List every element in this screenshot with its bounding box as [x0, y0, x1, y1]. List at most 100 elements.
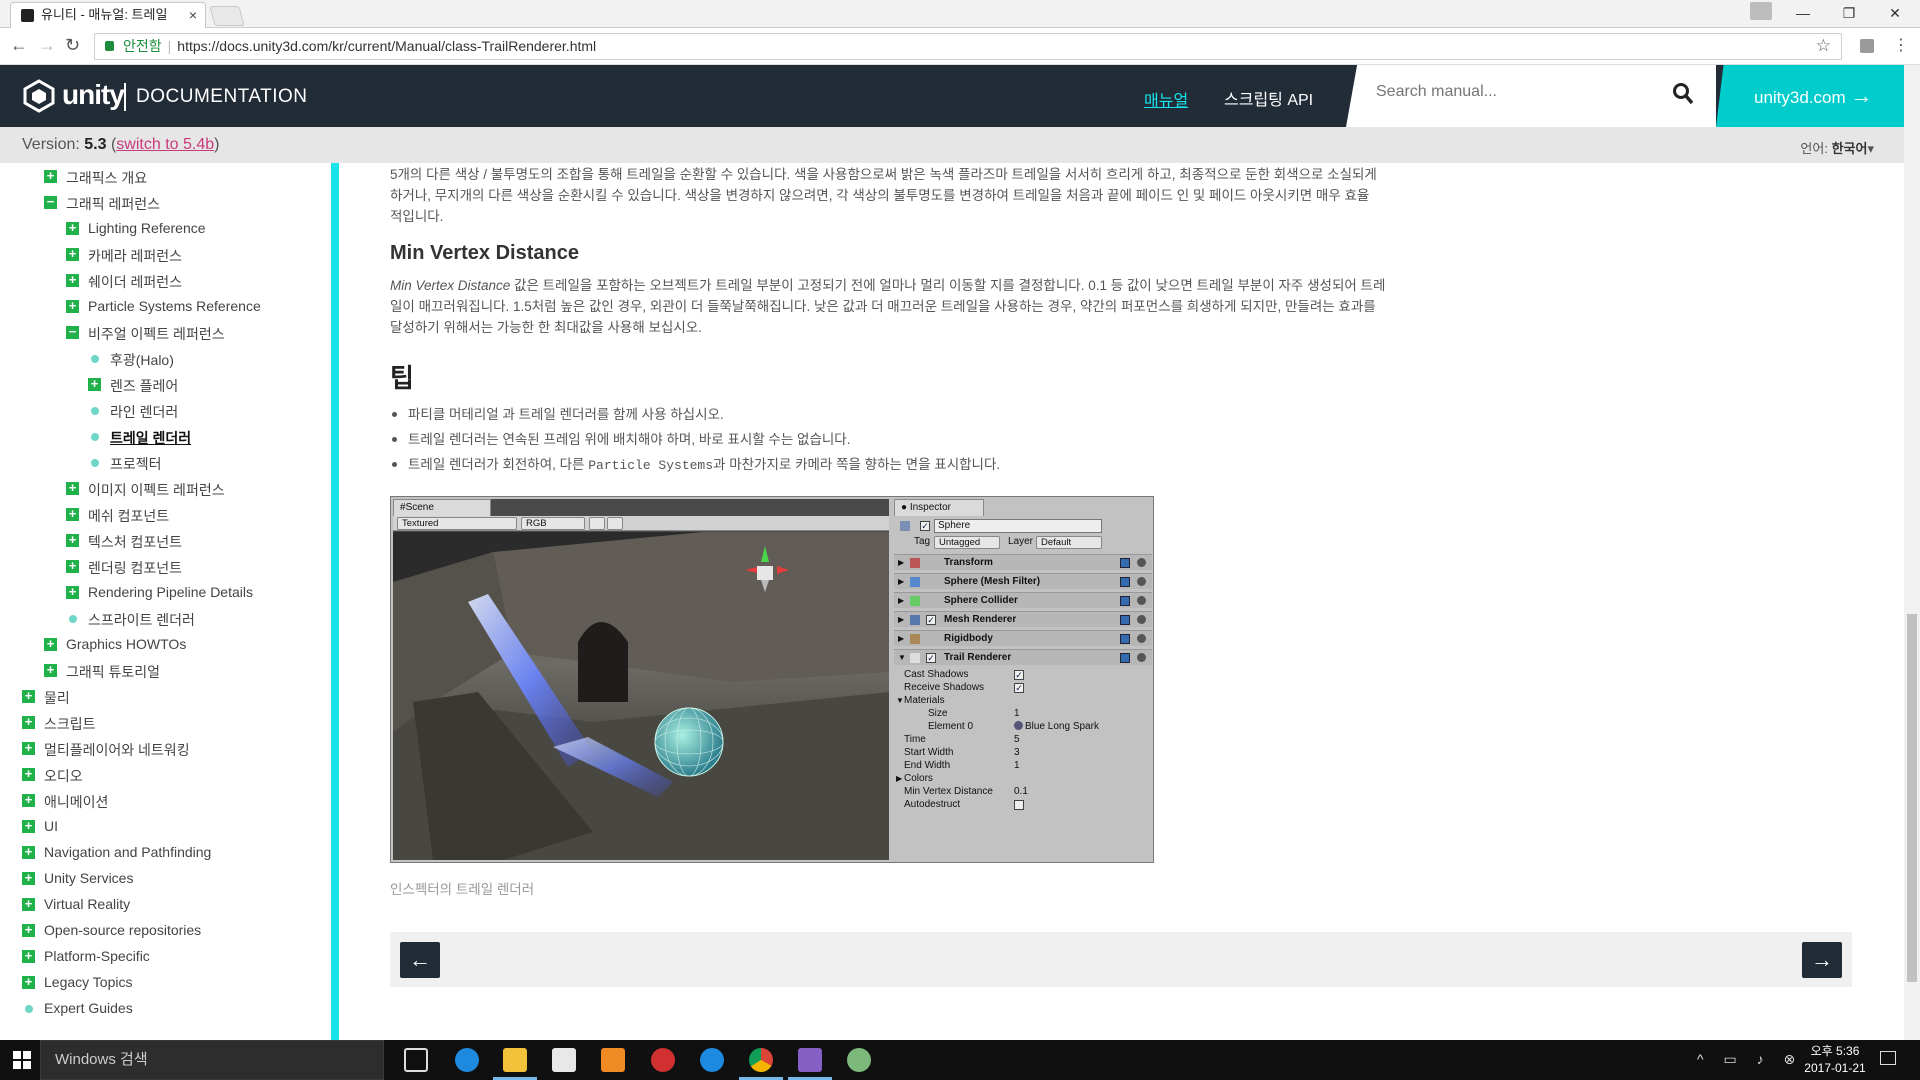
sidebar-item[interactable]: + 카메라 레퍼런스	[66, 246, 182, 266]
brand-name[interactable]: unity	[62, 79, 125, 111]
sidebar-item[interactable]: − 그래픽 레퍼런스	[44, 194, 160, 214]
search-icon[interactable]	[1672, 82, 1694, 106]
documentation-label[interactable]: DOCUMENTATION	[136, 86, 308, 108]
forward-button[interactable]: →	[38, 35, 56, 56]
expand-icon[interactable]: +	[22, 871, 35, 885]
chrome-icon[interactable]	[749, 1048, 773, 1072]
bullet-dot-icon[interactable]	[91, 433, 99, 441]
media-player-icon[interactable]	[601, 1048, 625, 1072]
sidebar-item[interactable]: + Platform-Specific	[22, 948, 150, 964]
search-input[interactable]	[1376, 83, 1666, 101]
sidebar-item[interactable]: + 멀티플레이어와 네트워킹	[22, 740, 190, 760]
expand-icon[interactable]: +	[66, 299, 79, 313]
sidebar-item[interactable]: Expert Guides	[22, 1000, 133, 1016]
expand-icon[interactable]: +	[44, 663, 57, 677]
expand-icon[interactable]: +	[44, 637, 57, 651]
expand-icon[interactable]: +	[22, 923, 35, 937]
sidebar-item[interactable]: + 렌즈 플레어	[88, 376, 178, 396]
sidebar-item[interactable]: + 오디오	[22, 766, 83, 786]
expand-icon[interactable]: +	[22, 689, 35, 703]
back-button[interactable]: ←	[10, 35, 28, 56]
prev-page-button[interactable]: ←	[400, 942, 440, 978]
reload-button[interactable]: ↻	[65, 35, 80, 56]
tab-close-icon[interactable]: ×	[189, 3, 197, 27]
sidebar-scrollbar[interactable]	[331, 163, 339, 1040]
sidebar-item[interactable]: 프로젝터	[88, 454, 162, 474]
url-field[interactable]: 안전함 | https://docs.unity3d.com/kr/current/…	[94, 33, 1842, 60]
next-page-button[interactable]: →	[1802, 942, 1842, 978]
expand-icon[interactable]: +	[22, 975, 35, 989]
bullet-dot-icon[interactable]	[25, 1005, 33, 1013]
expand-icon[interactable]: +	[66, 247, 79, 261]
sidebar-item[interactable]: + 물리	[22, 688, 70, 708]
edge-icon[interactable]	[455, 1048, 479, 1072]
sidebar-item[interactable]: + 메쉬 컴포넌트	[66, 506, 169, 526]
page-scrollbar-thumb[interactable]	[1907, 614, 1917, 982]
collapse-icon[interactable]: −	[44, 195, 57, 209]
new-tab-button[interactable]	[209, 6, 245, 26]
sidebar-item[interactable]: + 그래픽 튜토리얼	[44, 662, 160, 682]
expand-icon[interactable]: +	[66, 481, 79, 495]
expand-icon[interactable]: +	[66, 533, 79, 547]
menu-icon[interactable]: ⋮	[1893, 35, 1909, 55]
sidebar-item[interactable]: + Particle Systems Reference	[66, 298, 261, 314]
sidebar-item[interactable]: + Virtual Reality	[22, 896, 130, 912]
expand-icon[interactable]: +	[66, 221, 79, 235]
sidebar-item[interactable]: 스프라이트 렌더러	[66, 610, 195, 630]
expand-icon[interactable]: +	[22, 845, 35, 859]
sidebar-item[interactable]: + 스크립트	[22, 714, 96, 734]
paint-icon[interactable]	[847, 1048, 871, 1072]
switch-version-link[interactable]: switch to 5.4b	[116, 136, 214, 153]
sidebar-item[interactable]: + Lighting Reference	[66, 220, 206, 236]
maximize-button[interactable]: ❐	[1826, 0, 1872, 28]
sidebar-item[interactable]: + 텍스처 컴포넌트	[66, 532, 182, 552]
sidebar-item[interactable]: + UI	[22, 818, 58, 834]
sidebar-item[interactable]: − 비주얼 이펙트 레퍼런스	[66, 324, 225, 344]
expand-icon[interactable]: +	[66, 585, 79, 599]
expand-icon[interactable]: +	[22, 715, 35, 729]
expand-icon[interactable]: +	[22, 897, 35, 911]
bullet-dot-icon[interactable]	[69, 615, 77, 623]
expand-icon[interactable]: +	[22, 767, 35, 781]
sidebar-item[interactable]: + 이미지 이펙트 레퍼런스	[66, 480, 225, 500]
expand-icon[interactable]: +	[22, 949, 35, 963]
store-icon[interactable]	[552, 1048, 576, 1072]
close-window-button[interactable]: ✕	[1872, 0, 1918, 28]
sidebar-item[interactable]: + 렌더링 컴포넌트	[66, 558, 182, 578]
expand-icon[interactable]: +	[22, 819, 35, 833]
browser-tab[interactable]: 유니티 - 매뉴얼: 트레일 ×	[10, 2, 206, 28]
sidebar-item[interactable]: 후광(Halo)	[88, 350, 174, 370]
bullet-dot-icon[interactable]	[91, 459, 99, 467]
expand-icon[interactable]: +	[66, 559, 79, 573]
sidebar-item[interactable]: + Open-source repositories	[22, 922, 201, 938]
sidebar-item[interactable]: + Navigation and Pathfinding	[22, 844, 211, 860]
expand-icon[interactable]: +	[22, 741, 35, 755]
bullet-dot-icon[interactable]	[91, 407, 99, 415]
collapse-icon[interactable]: −	[66, 325, 79, 339]
taskbar-search[interactable]: Windows 검색	[40, 1040, 384, 1080]
windows-start-icon[interactable]	[13, 1051, 31, 1069]
file-explorer-icon[interactable]	[503, 1048, 527, 1072]
system-tray-icons[interactable]: ^ ▭ ♪ ⊗	[1697, 1051, 1803, 1068]
expand-icon[interactable]: +	[44, 169, 57, 183]
sidebar-item[interactable]: + Graphics HOWTOs	[44, 636, 186, 652]
notification-icon[interactable]	[1880, 1051, 1896, 1065]
visual-studio-icon[interactable]	[798, 1048, 822, 1072]
expand-icon[interactable]: +	[88, 377, 101, 391]
nav-manual-link[interactable]: 매뉴얼	[1144, 87, 1188, 111]
expand-icon[interactable]: +	[66, 507, 79, 521]
bookmark-star-icon[interactable]: ☆	[1816, 33, 1831, 58]
sidebar-item[interactable]: 라인 렌더러	[88, 402, 178, 422]
language-selector[interactable]: 언어: 한국어▾	[1800, 138, 1874, 157]
nav-scripting-api-link[interactable]: 스크립팅 API	[1224, 86, 1313, 110]
unity-logo-icon[interactable]	[22, 79, 56, 113]
sidebar-item[interactable]: + 애니메이션	[22, 792, 108, 812]
unity3d-site-link[interactable]: unity3d.com →	[1716, 65, 1904, 127]
sidebar-item[interactable]: + Rendering Pipeline Details	[66, 584, 253, 600]
sidebar-item[interactable]: + 쉐이더 레퍼런스	[66, 272, 182, 292]
sidebar-item[interactable]: 트레일 렌더러	[88, 428, 191, 448]
sidebar-item[interactable]: + Legacy Topics	[22, 974, 132, 990]
task-view-icon[interactable]	[404, 1048, 428, 1072]
app-icon[interactable]	[651, 1048, 675, 1072]
sidebar-item[interactable]: + 그래픽스 개요	[44, 168, 147, 188]
